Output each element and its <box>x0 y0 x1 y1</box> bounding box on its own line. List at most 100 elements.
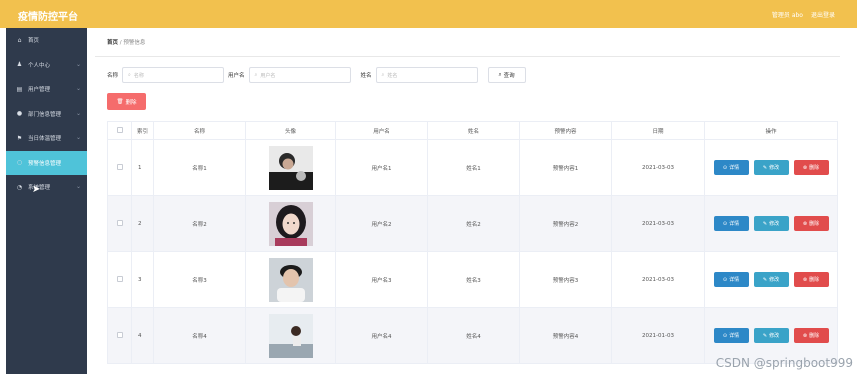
sidebar-item-2[interactable]: ▤ 用户管理 ⌄ <box>6 77 87 102</box>
username-label: 用户名 <box>228 73 245 79</box>
select-all-checkbox[interactable] <box>116 126 123 133</box>
row-actions: ⊙ 详情 ✎ 修改 ⊗ 删除 <box>705 216 837 231</box>
row-select-cell[interactable] <box>107 251 132 308</box>
chevron-down-icon: ⌄ <box>75 134 81 141</box>
batch-delete-button[interactable]: 🗑 删除 <box>107 93 146 110</box>
realname-cell: 姓名2 <box>427 195 520 252</box>
detail-button[interactable]: ⊙ 详情 <box>713 160 749 175</box>
sidebar-item-label: 用户管理 <box>28 87 51 94</box>
edit-button[interactable]: ✎ 修改 <box>753 216 789 231</box>
detail-button[interactable]: ⊙ 详情 <box>713 216 749 231</box>
breadcrumb-home[interactable]: 首页 <box>107 40 118 46</box>
logout-link[interactable]: 退出登录 <box>811 10 835 19</box>
edit-icon: ✎ <box>762 276 768 283</box>
sidebar-item-label: 个人中心 <box>28 62 51 69</box>
location-icon: ● <box>16 110 23 118</box>
delete-button[interactable]: ⊗ 删除 <box>793 272 829 287</box>
user-icon: ♟ <box>16 61 23 69</box>
realname-cell: 姓名3 <box>427 251 520 308</box>
row-select-cell[interactable] <box>107 195 132 252</box>
trash-icon: ⊗ <box>802 220 808 227</box>
sidebar-item-5[interactable]: ○ 预警信息管理 <box>6 150 87 175</box>
delete-button-label: 删除 <box>809 165 820 171</box>
breadcrumb-separator: / <box>119 40 122 46</box>
breadcrumb: 首页 / 预警信息 <box>107 38 145 46</box>
column-header: 名称 <box>153 121 246 140</box>
search-icon: ⌕ <box>498 71 502 78</box>
actions-cell: ⊙ 详情 ✎ 修改 ⊗ 删除 <box>704 139 838 196</box>
username-cell: 用户名2 <box>335 195 428 252</box>
username-cell: 用户名4 <box>335 307 428 364</box>
realname-label: 姓名 <box>360 73 372 79</box>
content-cell: 预警内容2 <box>519 195 612 252</box>
column-header: 用户名 <box>335 121 428 140</box>
edit-button-label: 修改 <box>769 221 780 227</box>
username-cell: 用户名1 <box>335 139 428 196</box>
flag-icon: ⚑ <box>16 134 23 142</box>
sidebar-item-1[interactable]: ♟ 个人中心 ⌄ <box>6 53 87 78</box>
actions-cell: ⊙ 详情 ✎ 修改 ⊗ 删除 <box>704 195 838 252</box>
detail-button-label: 详情 <box>729 165 740 171</box>
name-cell: 名称2 <box>153 195 246 252</box>
delete-button[interactable]: ⊗ 删除 <box>793 216 829 231</box>
sidebar-item-6[interactable]: ◔ 系统管理 ⌄ <box>6 175 87 200</box>
warning-table: 索引 名称 头像 用户名 姓名 预警内容 日期 操作 1 名称1 用户名1 姓名1 预警内容1 2021… <box>107 121 838 364</box>
username-search-input[interactable]: ⌕ 用户名 <box>248 67 351 83</box>
breadcrumb-current: 预警信息 <box>123 40 146 46</box>
edit-button[interactable]: ✎ 修改 <box>753 160 789 175</box>
realname-placeholder: 姓名 <box>387 72 398 79</box>
delete-button[interactable]: ⊗ 删除 <box>793 328 829 343</box>
home-icon: ⌂ <box>17 36 22 44</box>
row-select-cell[interactable] <box>107 307 132 364</box>
row-checkbox[interactable] <box>116 331 123 338</box>
realname-cell: 姓名1 <box>427 139 520 196</box>
name-placeholder: 名称 <box>133 72 144 79</box>
column-header: 姓名 <box>427 121 520 140</box>
delete-button-label: 删除 <box>809 221 820 227</box>
name-search-input[interactable]: ⌕ 名称 <box>122 67 225 83</box>
index-cell: 1 <box>131 139 154 196</box>
info-icon: ⊙ <box>722 332 728 339</box>
column-header: 操作 <box>704 121 838 140</box>
delete-button-label: 删除 <box>809 333 820 339</box>
detail-button[interactable]: ⊙ 详情 <box>713 328 749 343</box>
detail-button[interactable]: ⊙ 详情 <box>713 272 749 287</box>
name-cell: 名称4 <box>153 307 246 364</box>
detail-button-label: 详情 <box>729 221 740 227</box>
date-cell: 2021-03-03 <box>611 251 705 308</box>
admin-user-label[interactable]: 管理员 abo <box>772 10 803 19</box>
table-row: 1 名称1 用户名1 姓名1 预警内容1 2021-03-03 ⊙ 详情 ✎ 修改 ⊗ 删除 <box>107 139 838 196</box>
realname-search-input[interactable]: ⌕ 姓名 <box>375 67 478 83</box>
sidebar-item-4[interactable]: ⚑ 当日体温管理 ⌄ <box>6 126 87 151</box>
edit-button-label: 修改 <box>769 165 780 171</box>
row-checkbox[interactable] <box>116 275 123 282</box>
content-cell: 预警内容1 <box>519 139 612 196</box>
sidebar-item-label: 当日体温管理 <box>28 136 62 143</box>
row-checkbox[interactable] <box>116 163 123 170</box>
row-select-cell[interactable] <box>107 139 132 196</box>
query-button[interactable]: ⌕ 查询 <box>487 67 526 83</box>
avatar <box>268 201 313 246</box>
content-cell: 预警内容4 <box>519 307 612 364</box>
sidebar-item-0[interactable]: ⌂ 首页 <box>6 28 87 53</box>
info-icon: ⊙ <box>722 220 728 227</box>
edit-icon: ✎ <box>762 220 768 227</box>
top-header: 疫情防控平台 管理员 abo 退出登录 <box>0 0 857 28</box>
settings-icon: ◔ <box>16 183 23 191</box>
sidebar-item-3[interactable]: ● 部门信息管理 ⌄ <box>6 102 87 127</box>
select-all-header[interactable] <box>107 121 132 140</box>
realname-cell: 姓名4 <box>427 307 520 364</box>
edit-button[interactable]: ✎ 修改 <box>753 328 789 343</box>
sidebar-item-label: 首页 <box>28 38 40 45</box>
table-header-row: 索引 名称 头像 用户名 姓名 预警内容 日期 操作 <box>107 121 838 140</box>
avatar-cell <box>245 251 336 308</box>
name-label: 名称 <box>107 73 119 79</box>
edit-button[interactable]: ✎ 修改 <box>753 272 789 287</box>
row-checkbox[interactable] <box>116 219 123 226</box>
index-cell: 4 <box>131 307 154 364</box>
column-header: 日期 <box>611 121 705 140</box>
date-cell: 2021-03-03 <box>611 139 705 196</box>
name-cell: 名称3 <box>153 251 246 308</box>
delete-button[interactable]: ⊗ 删除 <box>793 160 829 175</box>
actions-cell: ⊙ 详情 ✎ 修改 ⊗ 删除 <box>704 251 838 308</box>
